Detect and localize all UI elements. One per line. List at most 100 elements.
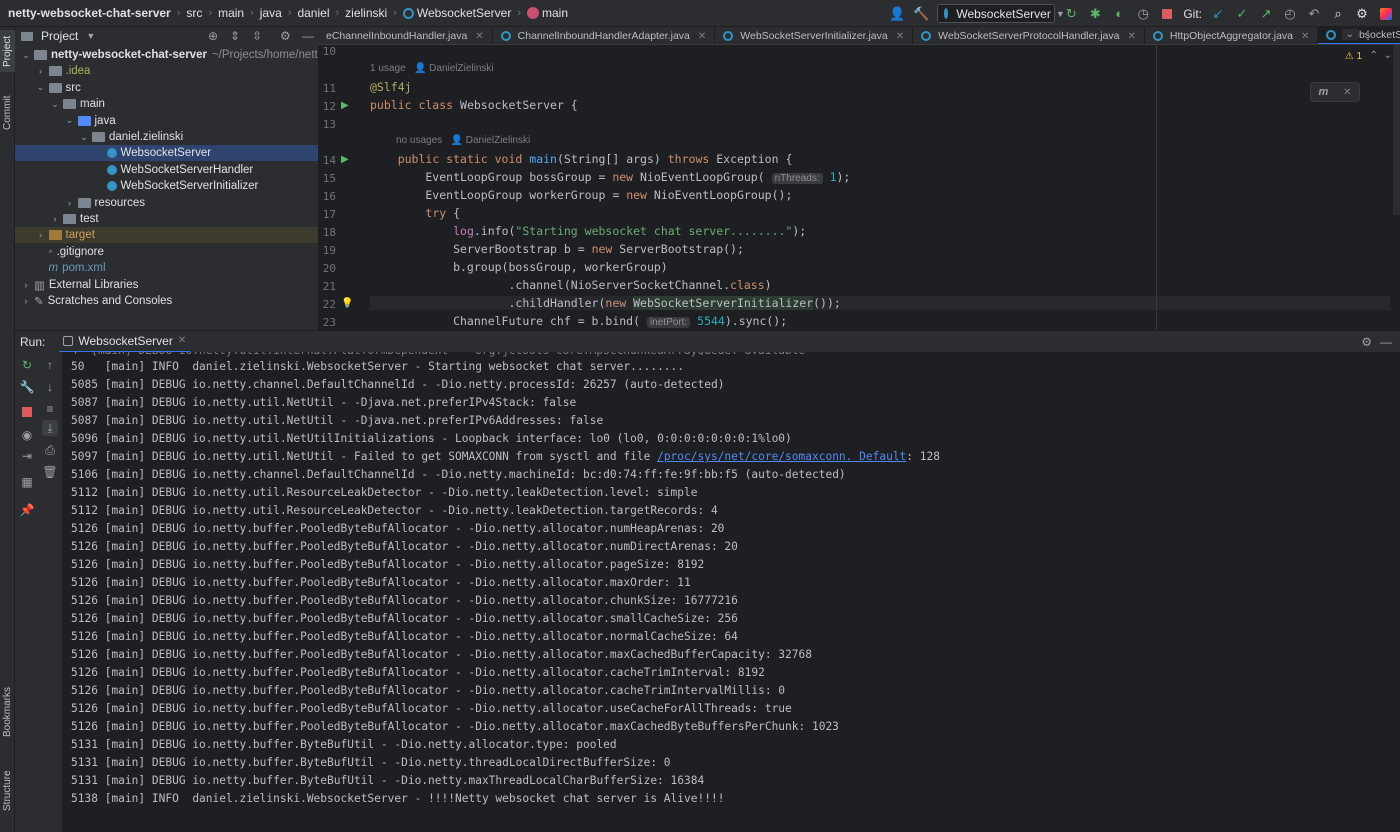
usage-count[interactable]: 1 usage xyxy=(370,63,406,74)
maven-icon[interactable]: m xyxy=(1318,86,1328,98)
stop-icon[interactable] xyxy=(1159,6,1175,22)
editor-tab[interactable]: eChannelInboundHandler.java ✕ xyxy=(318,27,493,44)
commit-tool-tab[interactable]: Commit xyxy=(0,89,15,137)
tree-item[interactable]: › test xyxy=(15,211,318,227)
run-configuration-select[interactable]: WebsocketServer ▼ xyxy=(937,4,1065,23)
code-area[interactable]: 1 usage 👤 DanielZielinski @Slf4j public … xyxy=(366,45,1400,330)
chevron-right-icon[interactable]: › xyxy=(21,296,31,306)
structure-tool-tab[interactable]: Structure xyxy=(0,763,15,818)
tabs-more-chevron-icon[interactable]: ⌄ xyxy=(1341,29,1358,40)
bookmarks-tool-tab[interactable]: Bookmarks xyxy=(0,682,15,742)
wrench-icon[interactable]: 🔧 xyxy=(19,379,35,395)
trash-icon[interactable]: 🗑 xyxy=(42,464,58,480)
log-link[interactable]: /proc/sys/net/core/somaxconn. Default xyxy=(657,450,906,463)
tree-item[interactable]: › ✎ Scratches and Consoles xyxy=(15,293,318,309)
arrow-up-icon[interactable]: ↑ xyxy=(42,357,58,373)
editor-tab[interactable]: HttpObjectAggregator.java ✕ xyxy=(1145,27,1319,44)
chevron-down-icon[interactable]: ⌄ xyxy=(79,132,89,143)
chevron-up-icon[interactable]: ⌃ xyxy=(1370,50,1378,61)
tree-item[interactable]: ⌄ netty-websocket-chat-server ~/Projects/h… xyxy=(15,47,318,63)
tree-item[interactable]: ⌄ java xyxy=(15,113,318,129)
settings-gear-icon[interactable]: ⚙ xyxy=(1354,6,1370,22)
breadcrumb-class[interactable]: WebsocketServer xyxy=(417,6,511,20)
chevron-down-icon[interactable]: ⌄ xyxy=(36,82,46,93)
usage-count[interactable]: no usages xyxy=(396,135,442,146)
close-icon[interactable]: ✕ xyxy=(1127,31,1135,42)
tree-item[interactable]: ⌄ daniel.zielinski xyxy=(15,129,318,145)
tree-item[interactable]: › resources xyxy=(15,195,318,211)
tree-item[interactable]: › target xyxy=(15,227,318,244)
run-tab[interactable]: WebsocketServer ✕ xyxy=(59,331,191,353)
user-icon[interactable]: 👤 xyxy=(889,6,905,22)
close-icon[interactable]: ✕ xyxy=(475,31,483,42)
exit-icon[interactable]: ⇥ xyxy=(19,448,35,464)
tree-item[interactable]: ◦ .gitignore xyxy=(15,244,318,260)
breadcrumb-daniel[interactable]: daniel xyxy=(297,6,329,20)
breadcrumb-method[interactable]: main xyxy=(542,6,568,20)
run-gutter-icon[interactable]: ▶ xyxy=(341,100,349,111)
close-icon[interactable]: ✕ xyxy=(178,335,186,346)
close-icon[interactable]: ✕ xyxy=(1343,87,1351,98)
breadcrumb-src[interactable]: src xyxy=(186,6,202,20)
search-icon[interactable]: ⌕ xyxy=(1330,6,1346,22)
print-icon[interactable]: ⎙ xyxy=(42,442,58,458)
maven-reload-popup[interactable]: m ✕ xyxy=(1310,82,1360,102)
arrow-down-icon[interactable]: ↓ xyxy=(42,379,58,395)
editor-tab[interactable]: WebSocketServerInitializer.java ✕ xyxy=(715,27,914,44)
close-icon[interactable]: ✕ xyxy=(698,31,706,42)
chevron-right-icon[interactable]: › xyxy=(36,230,46,240)
chevron-down-icon[interactable]: ⌄ xyxy=(1384,50,1392,61)
pin-icon[interactable]: 📌 xyxy=(19,502,35,518)
run-gutter-icon[interactable]: ▶ xyxy=(341,154,349,165)
chevron-right-icon[interactable]: › xyxy=(21,280,31,290)
editor-tab[interactable]: ChannelInboundHandlerAdapter.java ✕ xyxy=(493,27,716,44)
tabs-options-icon[interactable]: ⋮ xyxy=(1362,28,1374,42)
chevron-down-icon[interactable]: ⌄ xyxy=(21,50,31,61)
breadcrumb-java[interactable]: java xyxy=(260,6,282,20)
chevron-right-icon[interactable]: › xyxy=(36,66,46,76)
tree-item[interactable]: WebSocketServerInitializer xyxy=(15,178,318,194)
camera-icon[interactable]: ◉ xyxy=(19,427,35,443)
hide-icon[interactable]: — xyxy=(1380,335,1392,349)
expand-all-icon[interactable]: ⇕ xyxy=(230,29,240,43)
build-hammer-icon[interactable]: 🔨 xyxy=(913,6,929,22)
project-panel-title[interactable]: Project xyxy=(41,29,78,43)
gear-icon[interactable]: ⚙ xyxy=(280,29,291,43)
locate-icon[interactable]: ⊕ xyxy=(208,29,218,43)
editor-tab-active[interactable]: WebsocketServer.java✕ xyxy=(1318,27,1400,44)
gear-icon[interactable]: ⚙ xyxy=(1361,335,1372,349)
bulb-icon[interactable]: 💡 xyxy=(341,298,353,309)
rerun-icon[interactable]: ↻ xyxy=(19,357,35,373)
rerun-icon[interactable]: ↻ xyxy=(1063,6,1079,22)
tree-item[interactable]: m pom.xml xyxy=(15,260,318,276)
tree-item[interactable]: › ▥ External Libraries xyxy=(15,277,318,293)
stop-icon[interactable] xyxy=(19,404,35,420)
console-output[interactable]: 4 [main] DEBUG io.netty.util.internal.Pl… xyxy=(62,352,1400,832)
tree-item[interactable]: ⌄ src xyxy=(15,80,318,96)
editor-tab[interactable]: WebSocketServerProtocolHandler.java ✕ xyxy=(913,27,1145,44)
profiler-icon[interactable]: ◷ xyxy=(1135,6,1151,22)
git-push-icon[interactable]: ↗ xyxy=(1258,6,1274,22)
breadcrumb-zielinski[interactable]: zielinski xyxy=(345,6,387,20)
breadcrumb-project[interactable]: netty-websocket-chat-server xyxy=(8,6,171,20)
close-icon[interactable]: ✕ xyxy=(896,31,904,42)
hide-icon[interactable]: — xyxy=(302,29,314,43)
project-tool-tab[interactable]: Project xyxy=(0,30,15,72)
chevron-right-icon[interactable]: › xyxy=(50,214,60,224)
collapse-all-icon[interactable]: ⇳ xyxy=(252,29,262,43)
chevron-down-icon[interactable]: ⌄ xyxy=(65,115,75,126)
editor-scrollbar[interactable] xyxy=(1393,45,1400,215)
code-vision-usages[interactable]: 1 usage 👤 DanielZielinski xyxy=(370,63,494,74)
breadcrumb-main[interactable]: main xyxy=(218,6,244,20)
soft-wrap-icon[interactable]: ≡ xyxy=(42,401,58,417)
debug-bug-icon[interactable]: ✱ xyxy=(1087,6,1103,22)
warning-indicator[interactable]: ⚠ 1 xyxy=(1345,51,1362,62)
close-icon[interactable]: ✕ xyxy=(1301,31,1309,42)
code-vision-usages-main[interactable]: no usages 👤 DanielZielinski xyxy=(396,135,530,146)
git-commit-icon[interactable]: ✓ xyxy=(1234,6,1250,22)
chevron-right-icon[interactable]: › xyxy=(65,198,75,208)
ide-logo-icon[interactable] xyxy=(1378,6,1394,22)
tree-item[interactable]: WebsocketServer xyxy=(15,145,318,162)
chevron-down-icon[interactable]: ⌄ xyxy=(50,99,60,110)
chevron-down-icon[interactable]: ▼ xyxy=(86,31,95,41)
